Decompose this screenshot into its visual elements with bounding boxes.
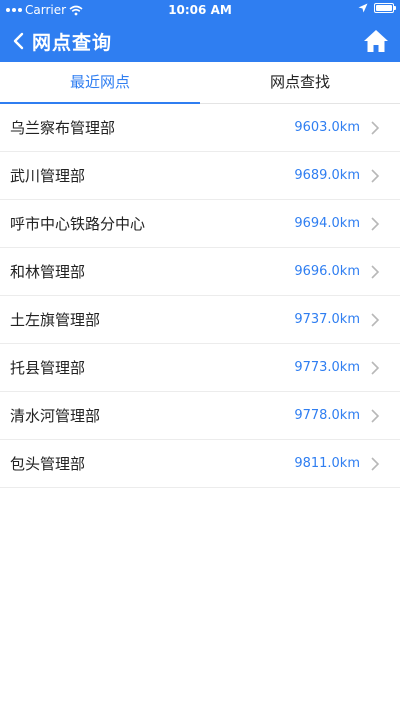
branch-name: 托县管理部 (10, 359, 86, 377)
page-title: 网点查询 (32, 31, 113, 54)
nav-bar: 网点查询 (0, 20, 400, 62)
chevron-right-icon (371, 312, 380, 327)
branch-distance: 9603.0km (294, 120, 360, 135)
branch-distance: 9694.0km (294, 216, 360, 231)
status-bar: Carrier 10:06 AM (0, 0, 400, 20)
back-button[interactable]: 网点查询 (8, 24, 112, 58)
branch-distance: 9773.0km (294, 360, 360, 375)
list-item[interactable]: 和林管理部 9696.0km (0, 248, 400, 296)
branch-name: 土左旗管理部 (10, 311, 101, 329)
home-button[interactable] (362, 27, 390, 55)
list-item[interactable]: 呼市中心铁路分中心 9694.0km (0, 200, 400, 248)
chevron-right-icon (371, 168, 380, 183)
tab-search[interactable]: 网点查找 (200, 62, 400, 103)
location-arrow-icon (358, 3, 368, 13)
battery-icon (374, 3, 396, 13)
branch-distance: 9689.0km (294, 168, 360, 183)
home-icon (364, 30, 388, 52)
branch-name: 乌兰察布管理部 (10, 119, 116, 137)
chevron-left-icon (13, 32, 24, 50)
list-item[interactable]: 清水河管理部 9778.0km (0, 392, 400, 440)
chevron-right-icon (371, 408, 380, 423)
status-right (358, 3, 396, 13)
chevron-right-icon (371, 456, 380, 471)
tab-nearest[interactable]: 最近网点 (0, 62, 200, 104)
app-header: Carrier 10:06 AM 网点查询 (0, 0, 400, 62)
branch-name: 武川管理部 (10, 167, 86, 185)
branch-distance: 9696.0km (294, 264, 360, 279)
list-item[interactable]: 武川管理部 9689.0km (0, 152, 400, 200)
branch-distance: 9778.0km (294, 408, 360, 423)
branch-list: 乌兰察布管理部 9603.0km 武川管理部 9689.0km 呼市中心铁路分中… (0, 104, 400, 488)
branch-name: 呼市中心铁路分中心 (10, 215, 146, 233)
branch-distance: 9811.0km (294, 456, 360, 471)
tab-bar: 最近网点 网点查找 (0, 62, 400, 104)
branch-name: 和林管理部 (10, 263, 86, 281)
chevron-right-icon (371, 360, 380, 375)
chevron-right-icon (371, 216, 380, 231)
list-item[interactable]: 包头管理部 9811.0km (0, 440, 400, 488)
chevron-right-icon (371, 264, 380, 279)
branch-distance: 9737.0km (294, 312, 360, 327)
branch-name: 包头管理部 (10, 455, 86, 473)
chevron-right-icon (371, 120, 380, 135)
status-time: 10:06 AM (168, 3, 232, 17)
branch-name: 清水河管理部 (10, 407, 101, 425)
list-item[interactable]: 乌兰察布管理部 9603.0km (0, 104, 400, 152)
list-item[interactable]: 土左旗管理部 9737.0km (0, 296, 400, 344)
list-item[interactable]: 托县管理部 9773.0km (0, 344, 400, 392)
